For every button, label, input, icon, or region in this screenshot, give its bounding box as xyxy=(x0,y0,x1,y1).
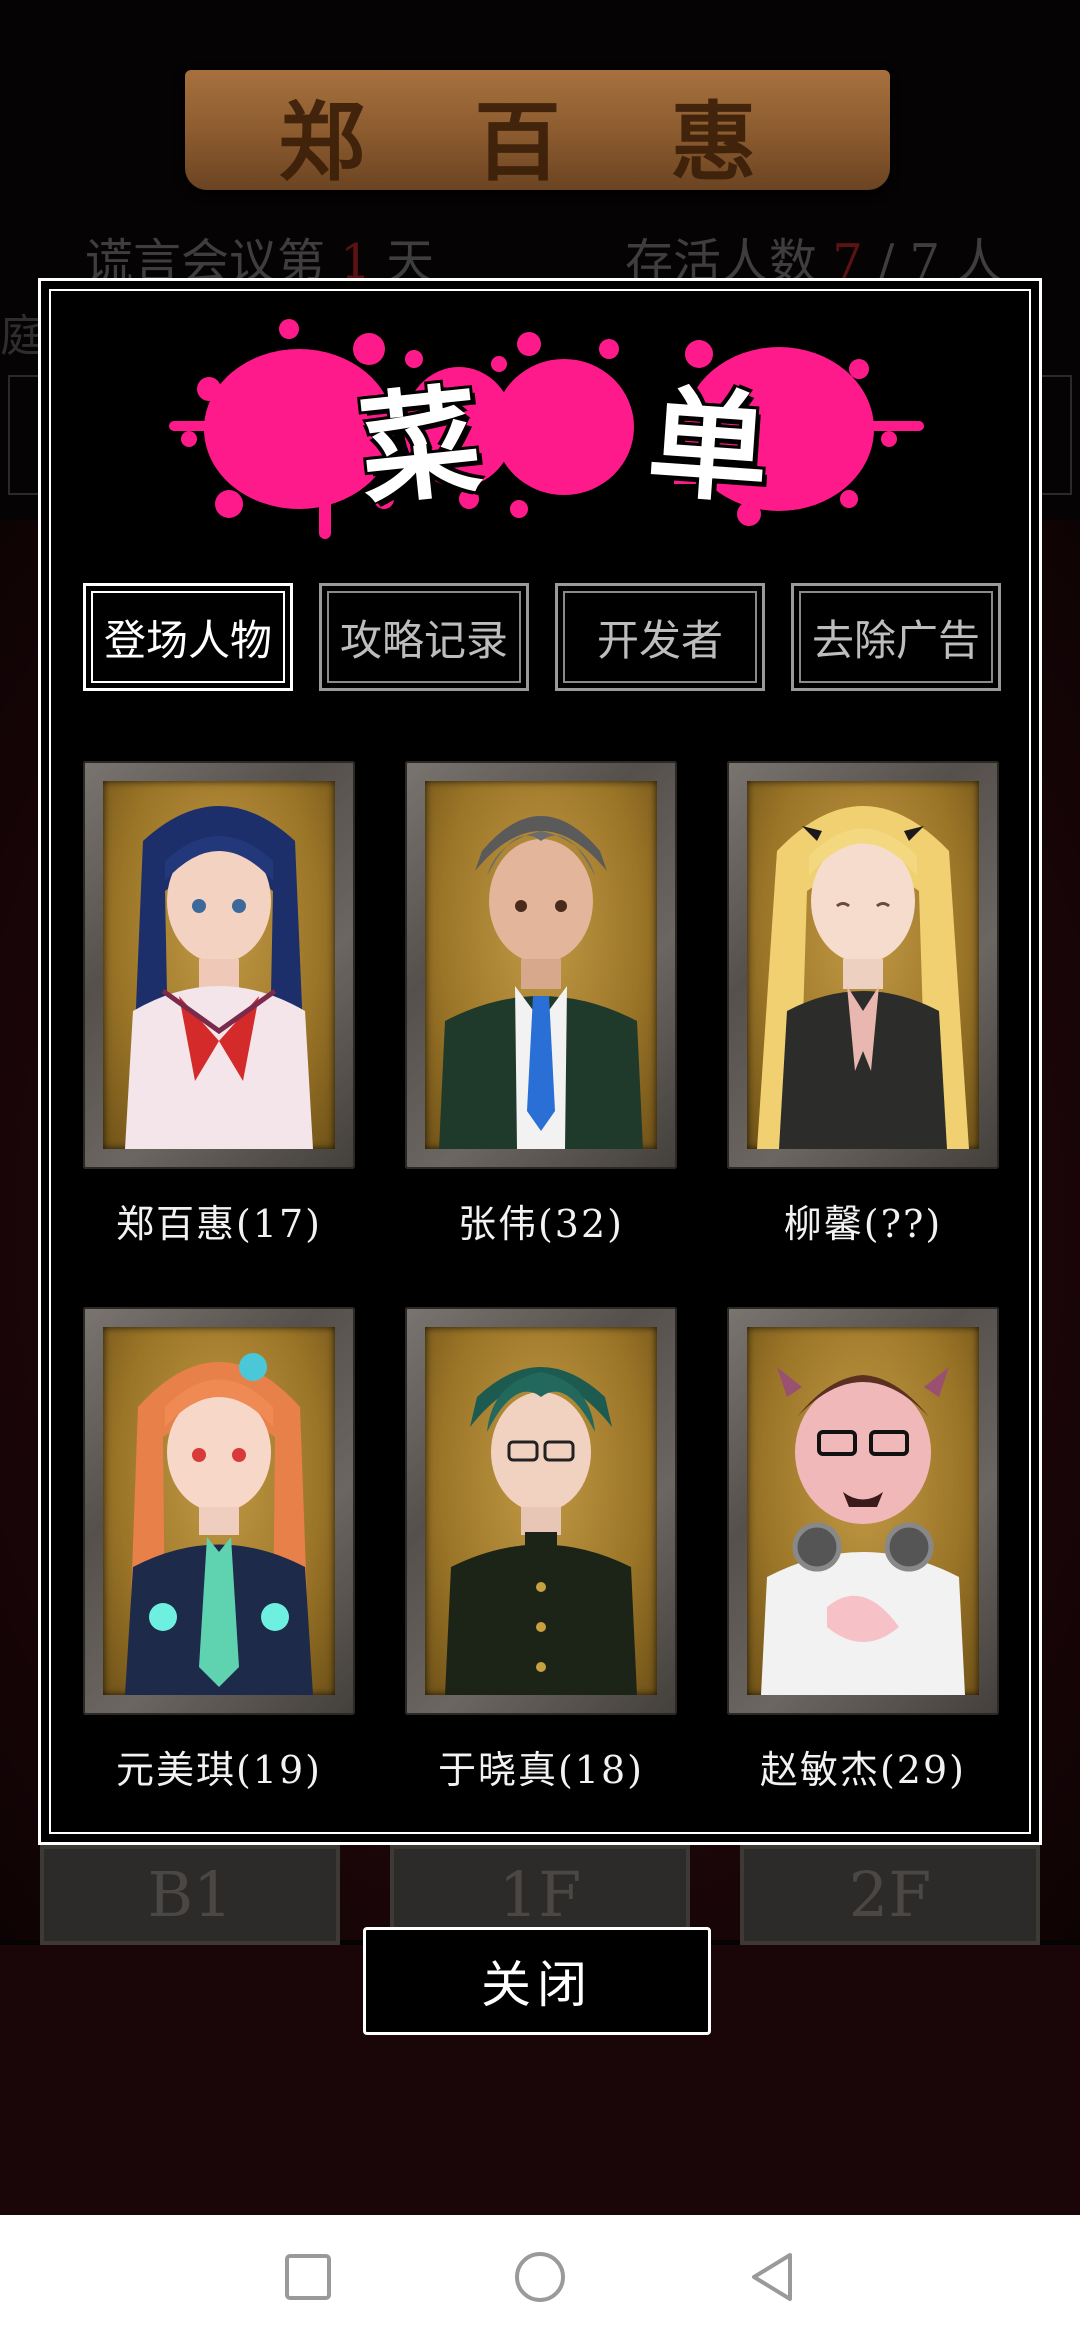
tab-developers-label: 开发者 xyxy=(596,615,723,665)
tab-remove-ads-label: 去除广告 xyxy=(811,615,980,665)
tab-characters[interactable]: 登场人物 xyxy=(83,583,293,691)
blonde-girl-portrait-icon xyxy=(757,806,969,1149)
character-name: 元美琪(19) xyxy=(115,1748,322,1792)
portrait-frame xyxy=(405,761,677,1169)
character-card-liu-xin[interactable]: 柳馨(??) xyxy=(727,761,999,1246)
portrait-frame xyxy=(83,761,355,1169)
character-name: 郑百惠(17) xyxy=(115,1202,322,1246)
menu-title-char-1: 菜 xyxy=(353,372,488,523)
portrait-frame xyxy=(405,1307,677,1715)
banner-text: 郑 百 惠 xyxy=(278,92,797,193)
idol-girl-portrait-icon xyxy=(125,1353,313,1695)
tab-characters-label: 登场人物 xyxy=(103,615,272,665)
recent-apps-button[interactable] xyxy=(278,2247,338,2307)
character-card-zhang-wei[interactable]: 张伟(32) xyxy=(405,761,677,1246)
character-card-yu-xiaozhen[interactable]: 于晓真(18) xyxy=(405,1307,677,1792)
recent-apps-icon xyxy=(285,2254,331,2300)
portrait-frame xyxy=(727,1307,999,1715)
character-portrait xyxy=(425,781,657,1149)
character-card-zhao-minjie[interactable]: 赵敏杰(29) xyxy=(727,1307,999,1792)
character-name: 张伟(32) xyxy=(457,1202,624,1246)
menu-title: 菜 单 xyxy=(169,309,929,539)
businessman-portrait-icon xyxy=(439,816,643,1149)
character-name: 赵敏杰(29) xyxy=(759,1748,966,1792)
floor-2f: 2F xyxy=(740,1845,1040,1945)
student-boy-portrait-icon xyxy=(445,1367,637,1695)
character-portrait xyxy=(747,781,979,1149)
home-button[interactable] xyxy=(510,2247,570,2307)
character-card-yuan-meiqi[interactable]: 元美琪(19) xyxy=(83,1307,355,1792)
back-button[interactable] xyxy=(742,2247,802,2307)
character-portrait xyxy=(747,1327,979,1695)
character-portrait xyxy=(103,1327,335,1695)
menu-title-char-2: 单 xyxy=(643,373,773,521)
tab-strategy-records[interactable]: 攻略记录 xyxy=(319,583,529,691)
menu-tabs: 登场人物 攻略记录 开发者 去除广告 xyxy=(83,583,1003,691)
character-portrait xyxy=(425,1327,657,1695)
back-icon xyxy=(752,2253,792,2301)
otaku-portrait-icon xyxy=(761,1367,965,1695)
close-button[interactable]: 关闭 xyxy=(363,1927,711,2035)
character-name: 柳馨(??) xyxy=(783,1202,943,1246)
menu-modal: 菜 单 登场人物 攻略记录 开发者 去除广告 郑百惠(17) 张伟(32) 柳馨… xyxy=(38,278,1042,1845)
tab-strategy-records-label: 攻略记录 xyxy=(339,615,508,665)
home-icon xyxy=(515,2252,565,2302)
system-nav-bar xyxy=(0,2215,1080,2340)
tab-remove-ads[interactable]: 去除广告 xyxy=(791,583,1001,691)
character-card-zheng-baihui[interactable]: 郑百惠(17) xyxy=(83,761,355,1246)
portrait-frame xyxy=(83,1307,355,1715)
tab-developers[interactable]: 开发者 xyxy=(555,583,765,691)
character-portrait xyxy=(103,781,335,1149)
portrait-frame xyxy=(727,761,999,1169)
floor-b1: B1 xyxy=(40,1845,340,1945)
paint-splat-icon xyxy=(169,319,924,539)
schoolgirl-portrait-icon xyxy=(125,806,313,1149)
character-name: 于晓真(18) xyxy=(437,1748,644,1792)
name-banner: 郑 百 惠 xyxy=(185,70,890,193)
